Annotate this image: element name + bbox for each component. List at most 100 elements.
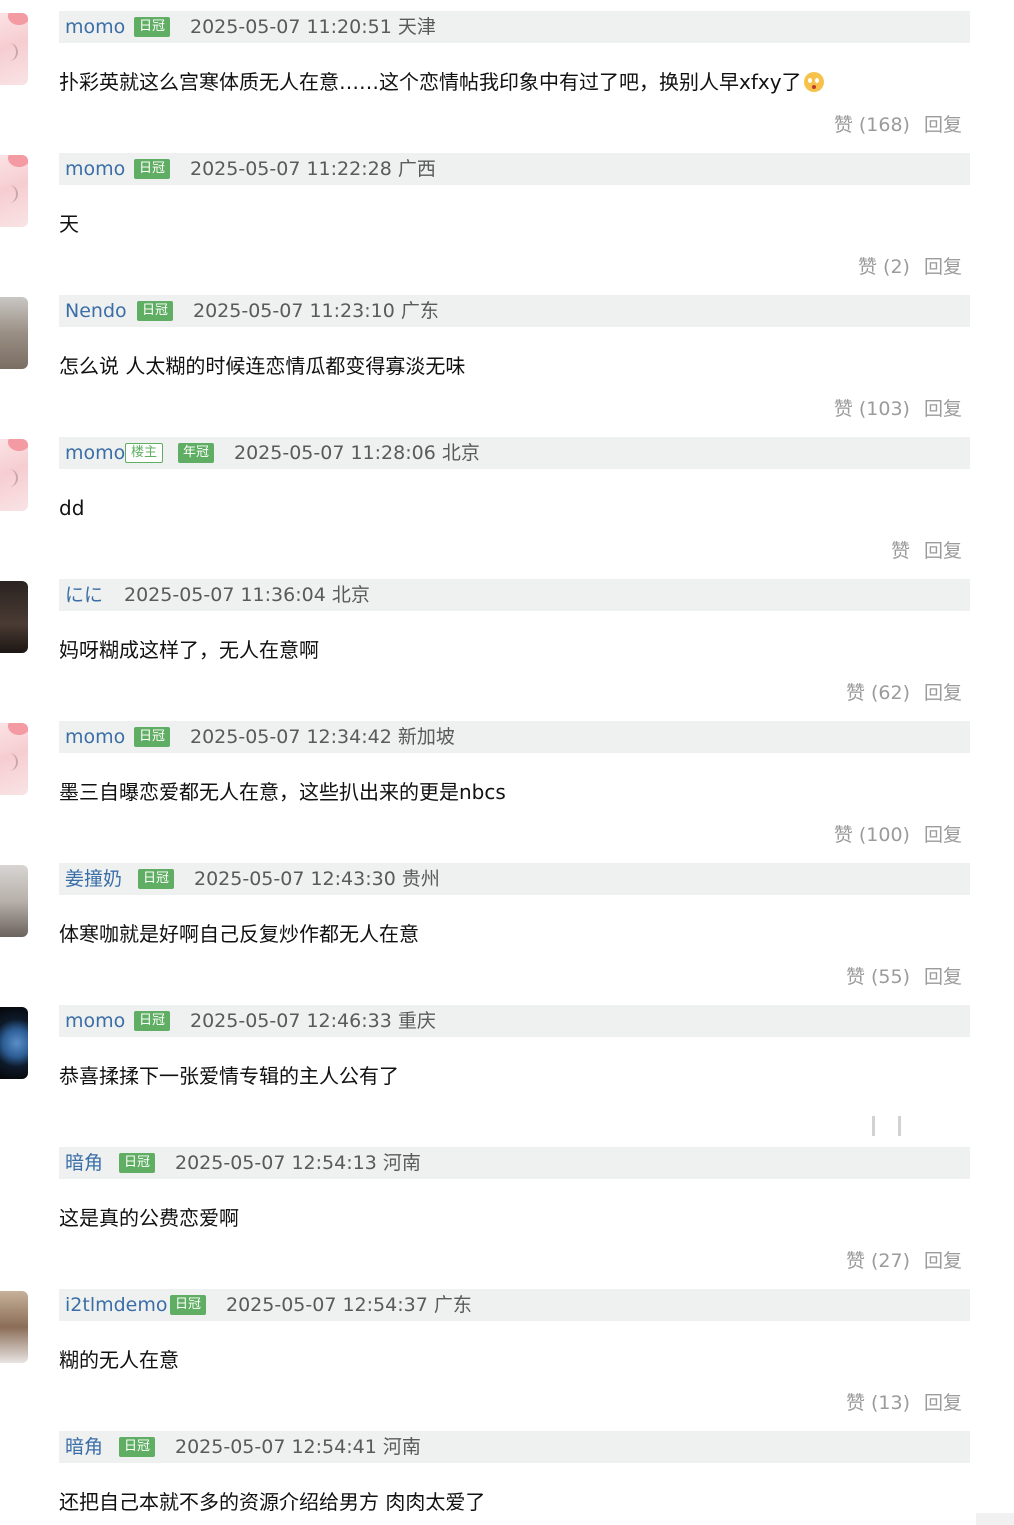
daily-crown-badge: 日冠 <box>134 727 171 747</box>
avatar[interactable] <box>0 297 28 369</box>
comment-content: 这是真的公费恋爱啊 <box>59 1206 239 1230</box>
reply-button[interactable]: 回复 <box>924 256 962 278</box>
reply-button[interactable]: 回复 <box>924 682 962 704</box>
comment-meta-bar: 暗角 日冠 2025-05-07 12:54:13 河南 <box>59 1147 970 1179</box>
comment-actions: 赞 (100) 回复 <box>834 822 962 848</box>
comment-item: Nendo 日冠 2025-05-07 11:23:10 广东 怎么说 人太糊的… <box>0 295 1014 437</box>
like-button[interactable]: 赞 (55) <box>846 966 910 988</box>
loading-bars-icon <box>870 1116 904 1136</box>
timestamp: 2025-05-07 11:22:28 广西 <box>190 158 436 180</box>
reply-button[interactable]: 回复 <box>924 824 962 846</box>
comment-meta-bar: 姜撞奶 日冠 2025-05-07 12:43:30 贵州 <box>59 863 970 895</box>
reply-button[interactable]: 回复 <box>924 398 962 420</box>
timestamp: 2025-05-07 12:54:41 河南 <box>175 1436 421 1458</box>
username-link[interactable]: i2tlmdemo <box>65 1293 168 1317</box>
comment-item: 暗角 日冠 2025-05-07 12:54:13 河南 这是真的公费恋爱啊 赞… <box>0 1147 1014 1289</box>
reply-button[interactable]: 回复 <box>924 114 962 136</box>
avatar[interactable] <box>0 155 28 227</box>
comment-text: 扑彩英就这么宫寒体质无人在意……这个恋情帖我印象中有过了吧，换别人早xfxy了 <box>59 70 802 94</box>
comment-actions: 赞 (27) 回复 <box>846 1248 962 1274</box>
yearly-crown-badge: 年冠 <box>178 443 215 463</box>
reply-button[interactable]: 回复 <box>924 1250 962 1272</box>
like-button[interactable]: 赞 (103) <box>834 398 910 420</box>
daily-crown-badge: 日冠 <box>134 159 171 179</box>
comment-actions: 赞 (62) 回复 <box>846 680 962 706</box>
daily-crown-badge: 日冠 <box>138 869 175 889</box>
comment-meta-bar: momo 日冠 2025-05-07 12:46:33 重庆 <box>59 1005 970 1037</box>
like-button[interactable]: 赞 (2) <box>858 256 910 278</box>
comment-content: 糊的无人在意 <box>59 1348 179 1372</box>
comment-meta-bar: Nendo 日冠 2025-05-07 11:23:10 广东 <box>59 295 970 327</box>
daily-crown-badge: 日冠 <box>134 17 171 37</box>
username-link[interactable]: Nendo <box>65 299 127 323</box>
comment-content: 妈呀糊成这样了，无人在意啊 <box>59 638 319 662</box>
like-button[interactable]: 赞 (62) <box>846 682 910 704</box>
username-link[interactable]: momo <box>65 1009 125 1033</box>
avatar[interactable] <box>0 723 28 795</box>
timestamp: 2025-05-07 12:46:33 重庆 <box>190 1010 436 1032</box>
username-link[interactable]: にに <box>65 583 103 607</box>
avatar[interactable] <box>0 13 28 85</box>
username-link[interactable]: momo <box>65 157 125 181</box>
comment-meta-bar: momo 日冠 2025-05-07 11:22:28 广西 <box>59 153 970 185</box>
like-button[interactable]: 赞 (168) <box>834 114 910 136</box>
comment-content: 天 <box>59 212 79 236</box>
avatar[interactable] <box>0 581 28 653</box>
daily-crown-badge: 日冠 <box>137 301 174 321</box>
timestamp: 2025-05-07 11:28:06 北京 <box>234 442 480 464</box>
comment-meta-bar: momo 日冠 2025-05-07 11:20:51 天津 <box>59 11 970 43</box>
flushed-face-icon <box>803 72 824 92</box>
like-button[interactable]: 赞 (100) <box>834 824 910 846</box>
username-link[interactable]: 暗角 <box>65 1435 103 1459</box>
comment-item: momo 日冠 2025-05-07 12:46:33 重庆 恭喜揉揉下一张爱情… <box>0 1005 1014 1147</box>
like-button[interactable]: 赞 (13) <box>846 1392 910 1414</box>
comment-meta-bar: にに 2025-05-07 11:36:04 北京 <box>59 579 970 611</box>
comment-item: momo 日冠 2025-05-07 12:34:42 新加坡 墨三自曝恋爱都无… <box>0 721 1014 863</box>
comment-content: 恭喜揉揉下一张爱情专辑的主人公有了 <box>59 1064 399 1088</box>
avatar[interactable] <box>0 1291 28 1363</box>
reply-button[interactable]: 回复 <box>924 540 962 562</box>
comment-actions: 赞 (2) 回复 <box>858 254 962 280</box>
comment-item: momo 楼主 年冠 2025-05-07 11:28:06 北京 dd 赞回复 <box>0 437 1014 579</box>
username-link[interactable]: momo <box>65 725 125 749</box>
comment-meta-bar: i2tlmdemo 日冠 2025-05-07 12:54:37 广东 <box>59 1289 970 1321</box>
comment-meta-bar: momo 楼主 年冠 2025-05-07 11:28:06 北京 <box>59 437 970 469</box>
comment-item: 姜撞奶 日冠 2025-05-07 12:43:30 贵州 体寒咖就是好啊自己反… <box>0 863 1014 1005</box>
comment-item: momo 日冠 2025-05-07 11:22:28 广西 天 赞 (2) 回复 <box>0 153 1014 295</box>
timestamp: 2025-05-07 12:54:37 广东 <box>226 1294 472 1316</box>
comment-item: 暗角 日冠 2025-05-07 12:54:41 河南 还把自己本就不多的资源… <box>0 1431 1014 1525</box>
comment-actions: 赞 (13) 回复 <box>846 1390 962 1416</box>
comment-content: 扑彩英就这么宫寒体质无人在意……这个恋情帖我印象中有过了吧，换别人早xfxy了 <box>59 69 824 95</box>
op-badge: 楼主 <box>125 443 164 463</box>
timestamp: 2025-05-07 11:20:51 天津 <box>190 16 436 38</box>
timestamp: 2025-05-07 12:34:42 新加坡 <box>190 726 455 748</box>
corner-widget <box>976 1513 1014 1525</box>
avatar[interactable] <box>0 865 28 937</box>
like-button[interactable]: 赞 <box>891 540 910 562</box>
username-link[interactable]: 暗角 <box>65 1151 103 1175</box>
like-button[interactable]: 赞 (27) <box>846 1250 910 1272</box>
username-link[interactable]: momo <box>65 15 125 39</box>
comment-content: 墨三自曝恋爱都无人在意，这些扒出来的更是nbcs <box>59 780 506 804</box>
reply-button[interactable]: 回复 <box>924 966 962 988</box>
comment-content: 怎么说 人太糊的时候连恋情瓜都变得寡淡无味 <box>59 354 466 378</box>
comment-actions: 赞 (103) 回复 <box>834 396 962 422</box>
comment-item: momo 日冠 2025-05-07 11:20:51 天津 扑彩英就这么宫寒体… <box>0 11 1014 153</box>
comment-content: dd <box>59 496 85 520</box>
reply-button[interactable]: 回复 <box>924 1392 962 1414</box>
avatar[interactable] <box>0 439 28 511</box>
comment-meta-bar: momo 日冠 2025-05-07 12:34:42 新加坡 <box>59 721 970 753</box>
daily-crown-badge: 日冠 <box>170 1295 207 1315</box>
username-link[interactable]: momo <box>65 441 125 465</box>
daily-crown-badge: 日冠 <box>134 1011 171 1031</box>
daily-crown-badge: 日冠 <box>119 1437 156 1457</box>
username-link[interactable]: 姜撞奶 <box>65 867 122 891</box>
avatar[interactable] <box>0 1007 28 1079</box>
comment-content: 体寒咖就是好啊自己反复炒作都无人在意 <box>59 922 419 946</box>
timestamp: 2025-05-07 11:23:10 广东 <box>193 300 439 322</box>
comment-item: にに 2025-05-07 11:36:04 北京 妈呀糊成这样了，无人在意啊 … <box>0 579 1014 721</box>
comment-content: 还把自己本就不多的资源介绍给男方 肉肉太爱了 <box>59 1490 486 1514</box>
comment-actions: 赞 (55) 回复 <box>846 964 962 990</box>
comment-meta-bar: 暗角 日冠 2025-05-07 12:54:41 河南 <box>59 1431 970 1463</box>
comment-item: i2tlmdemo 日冠 2025-05-07 12:54:37 广东 糊的无人… <box>0 1289 1014 1431</box>
